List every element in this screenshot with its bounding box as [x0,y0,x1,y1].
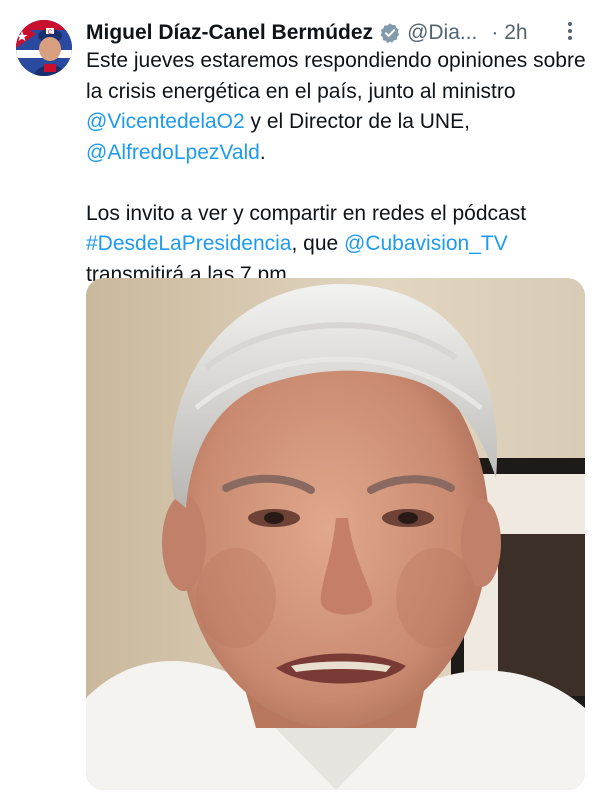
tweet-media-photo[interactable] [86,278,585,790]
mention-link[interactable]: @VicentedelaO2 [86,110,245,133]
avatar[interactable]: C [16,20,72,76]
tweet-text: Este jueves estaremos respondiendo opini… [86,46,586,290]
mention-link[interactable]: @AlfredoLpezVald [86,141,260,164]
tweet[interactable]: C Miguel Díaz-Canel Bermúdez @Dia... · 2… [0,0,597,800]
avatar-image: C [16,20,72,76]
text-segment: . [259,140,266,164]
mention-link[interactable]: @Cubavision_TV [344,232,508,255]
hashtag-link[interactable]: #DesdeLaPresidencia [86,232,291,255]
portrait-photo [86,278,585,790]
tweet-paragraph-1: Este jueves estaremos respondiendo opini… [86,46,586,168]
verified-badge-icon [380,23,400,44]
text-segment: y el Director de la UNE, [244,110,470,133]
more-vertical-icon[interactable] [567,20,573,42]
author-handle[interactable]: @Dia... [407,21,477,45]
author-name[interactable]: Miguel Díaz-Canel Bermúdez [86,21,373,45]
svg-text:C: C [48,30,53,36]
text-segment: Los invito a ver y compartir en redes el… [86,201,527,225]
text-segment: , que [291,232,345,255]
text-segment: Este jueves estaremos respondiendo opini… [86,49,586,103]
tweet-paragraph-2: Los invito a ver y compartir en redes el… [86,199,586,291]
tweet-header: Miguel Díaz-Canel Bermúdez @Dia... · 2h [86,18,587,48]
timestamp[interactable]: · 2h [491,21,527,45]
